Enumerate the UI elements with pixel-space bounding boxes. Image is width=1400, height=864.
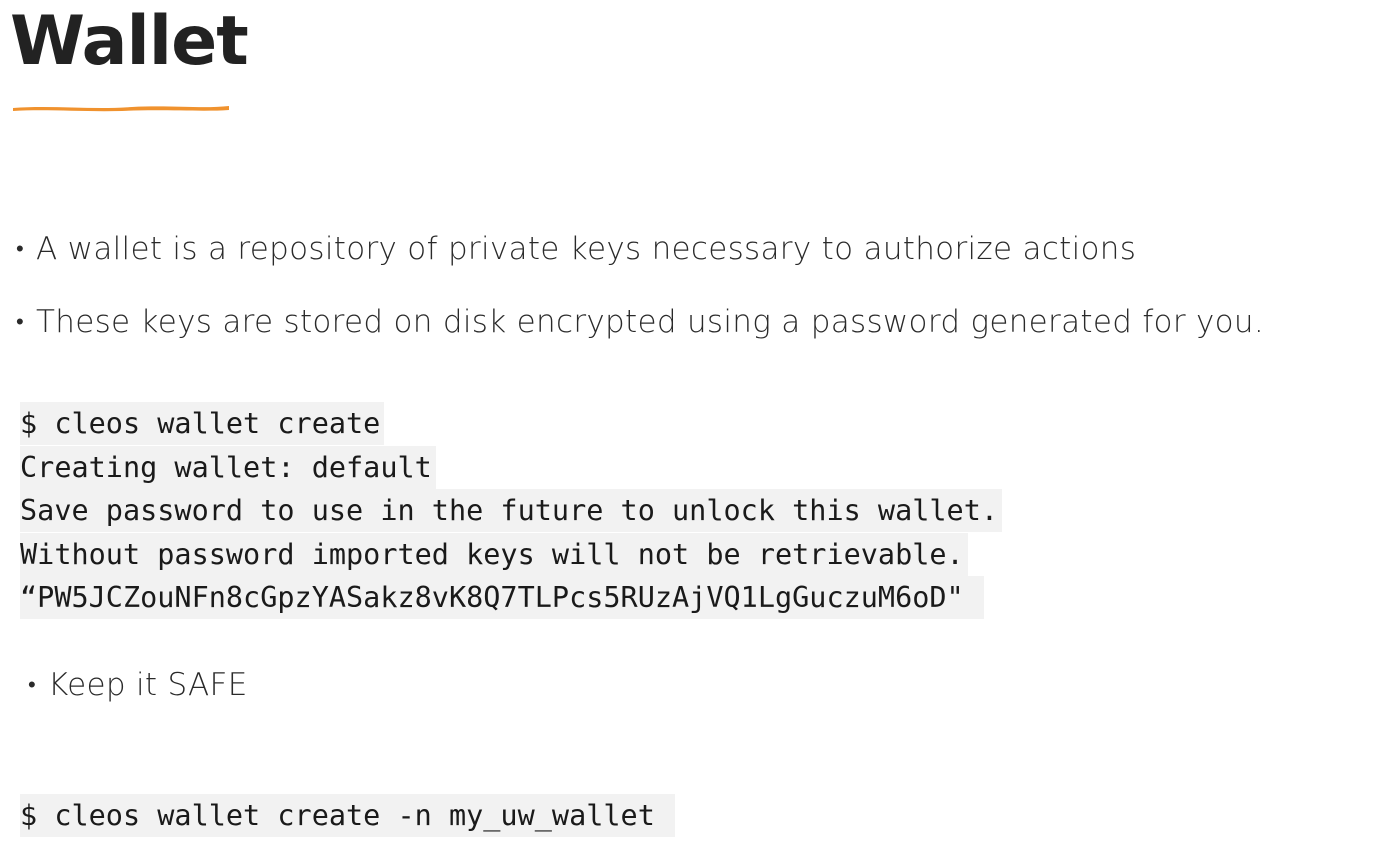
code-line: $ cleos wallet create — [20, 402, 385, 445]
bullet-keys-encrypted: • These keys are stored on disk encrypted… — [16, 302, 1264, 343]
bullet-text: A wallet is a repository of private keys… — [36, 231, 1137, 267]
code-line: Without password imported keys will not … — [20, 532, 968, 576]
code-line: Save password to use in the future to un… — [20, 489, 1003, 532]
code-block-named-wallet: $ cleos wallet create -n my_uw_wallet — [20, 794, 675, 838]
bullet-marker: • — [16, 310, 25, 335]
bullet-marker: • — [16, 237, 25, 262]
page-title: Wallet — [10, 2, 249, 81]
code-line: $ cleos wallet create -n my_uw_wallet — [20, 794, 675, 837]
bullet-keep-safe: • Keep it SAFE — [28, 665, 248, 706]
code-block-wallet-create: $ cleos wallet create Creating wallet: d… — [20, 402, 1003, 620]
bullet-wallet-definition: • A wallet is a repository of private key… — [16, 229, 1136, 270]
bullet-marker: • — [28, 673, 37, 698]
bullet-text: These keys are stored on disk encrypted … — [36, 304, 1265, 340]
title-underline-accent — [13, 106, 229, 112]
bullet-text: Keep it SAFE — [48, 667, 248, 703]
code-line: Creating wallet: default — [20, 445, 436, 489]
code-line-password: “PW5JCZouNFn8cGpzYASakz8vK8Q7TLPcs5RUzAj… — [20, 576, 984, 619]
